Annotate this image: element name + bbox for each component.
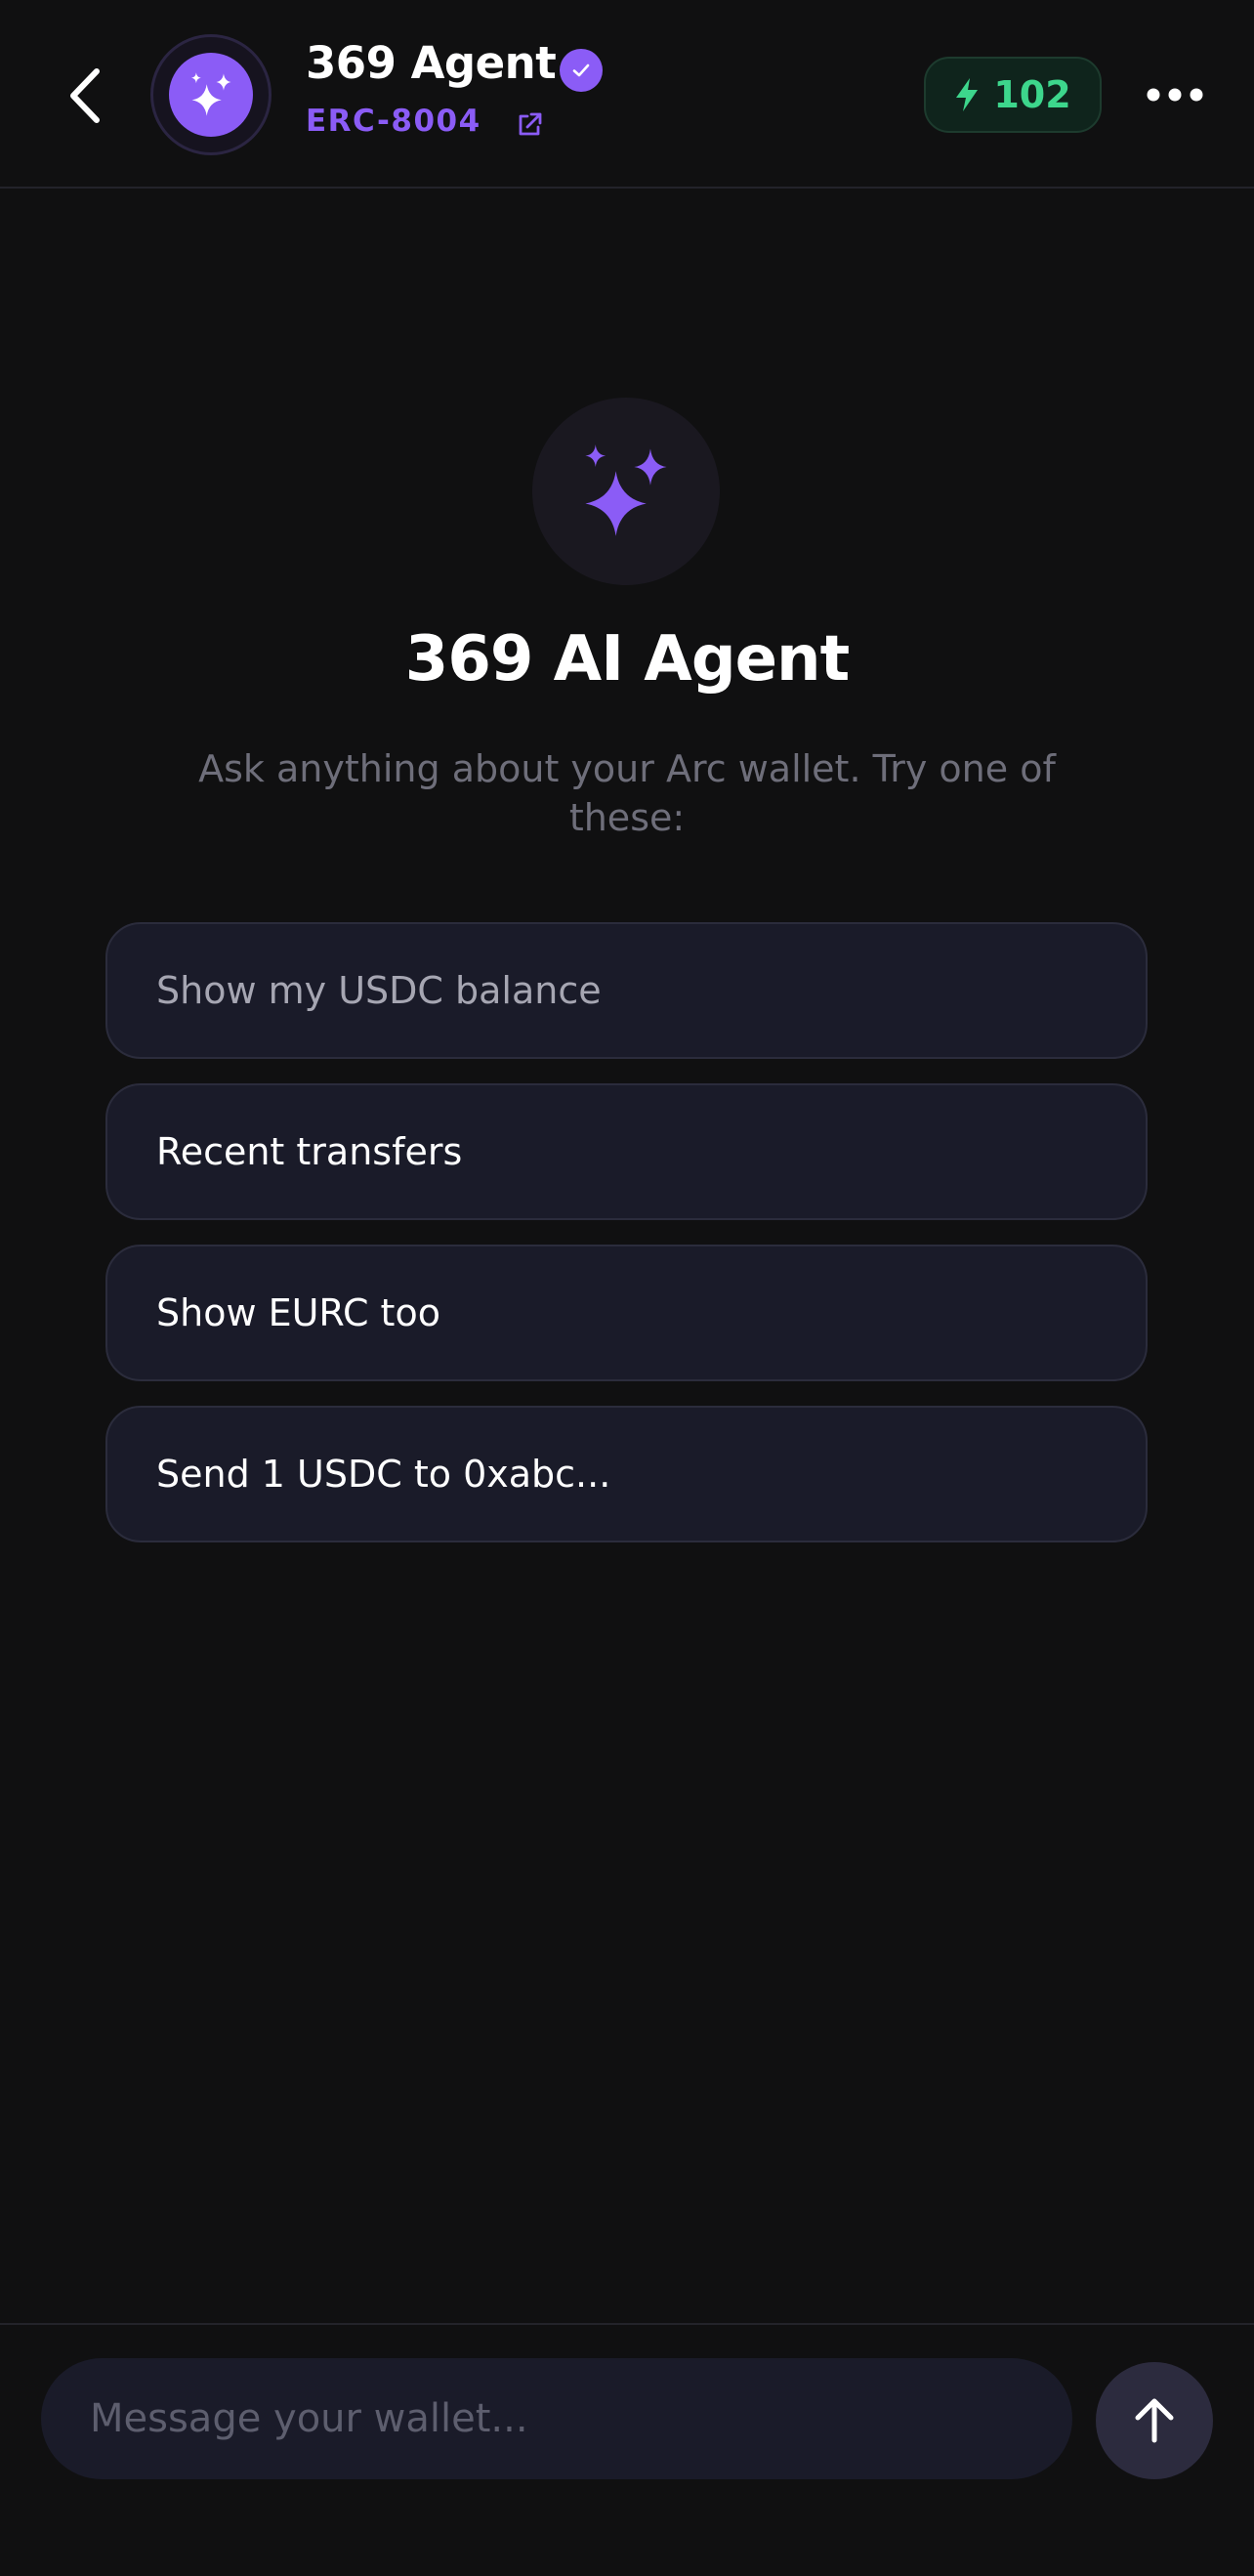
external-link-icon <box>519 112 542 136</box>
suggestion-chip[interactable]: Show my USDC balance <box>105 922 1148 1059</box>
send-button[interactable] <box>1096 2362 1213 2479</box>
energy-badge[interactable]: 102 <box>924 57 1102 133</box>
hero-title: 369 AI Agent <box>404 623 850 696</box>
more-horizontal-icon <box>1147 88 1203 102</box>
standard-label: ERC-8004 <box>306 104 481 139</box>
external-link-button[interactable] <box>512 107 547 143</box>
suggestion-chip[interactable]: Recent transfers <box>105 1083 1148 1220</box>
chat-header: 369 Agent ERC-8004 102 <box>0 0 1254 189</box>
energy-count: 102 <box>993 73 1071 116</box>
check-badge-icon <box>572 63 590 77</box>
chevron-left-icon <box>70 68 100 123</box>
suggestion-chip[interactable]: Send 1 USDC to 0xabc... <box>105 1406 1148 1542</box>
arrow-up-icon <box>1135 2398 1174 2443</box>
message-input[interactable] <box>41 2358 1072 2479</box>
lightning-bolt-icon <box>956 78 979 111</box>
sparkles-icon <box>191 72 231 116</box>
hero-subtitle: Ask anything about your Arc wallet. Try … <box>198 747 1056 839</box>
message-composer <box>0 2323 1254 2576</box>
agent-avatar[interactable] <box>150 34 272 155</box>
suggestion-list: Show my USDC balance Recent transfers Sh… <box>105 922 1148 1567</box>
agent-name: 369 Agent <box>306 37 557 89</box>
back-button[interactable] <box>51 57 119 135</box>
suggestion-chip[interactable]: Show EURC too <box>105 1245 1148 1381</box>
verified-badge <box>560 49 603 92</box>
more-options-button[interactable] <box>1141 68 1209 121</box>
agent-hero-icon <box>532 398 720 585</box>
sparkles-icon <box>585 444 667 536</box>
